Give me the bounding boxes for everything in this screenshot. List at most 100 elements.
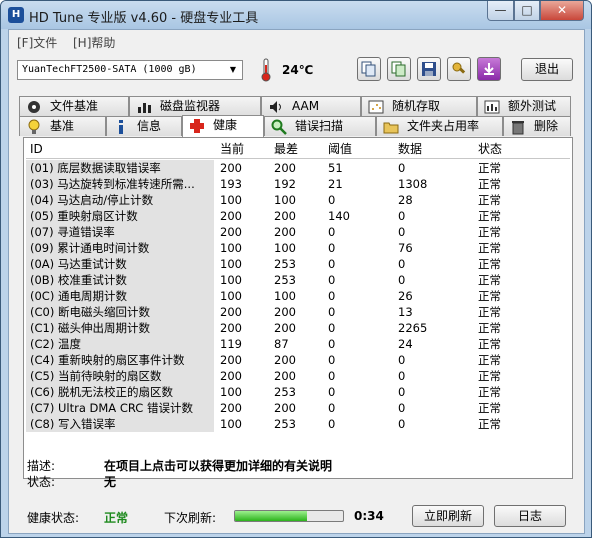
attribute-data: 0 (398, 353, 406, 367)
attribute-name: (05) 重映射扇区计数 (26, 208, 214, 224)
toolbar: YuanTechFT2500-SATA (1000 gB) ▼ 24℃ 退出 (9, 52, 584, 94)
trash-icon (512, 121, 524, 135)
header-divider (26, 158, 570, 159)
tab-error-scan-label: 错误扫描 (295, 119, 344, 133)
attribute-worst: 100 (274, 289, 296, 303)
table-row[interactable]: (C1) 磁头伸出周期计数 200 200 0 2265 正常 (26, 320, 570, 336)
tab-benchmark[interactable]: 基准 (19, 116, 106, 136)
description-text: 在项目上点击可以获得更加详细的有关说明 (104, 459, 333, 473)
table-row[interactable]: (01) 底层数据读取错误率 200 200 51 0 正常 (26, 160, 570, 176)
minimize-button[interactable]: — (487, 1, 514, 21)
chevron-down-icon[interactable]: ▼ (226, 63, 240, 77)
table-row[interactable]: (04) 马达启动/停止计数 100 100 0 28 正常 (26, 192, 570, 208)
status-label: 状态: (27, 475, 56, 489)
drive-select-value: YuanTechFT2500-SATA (1000 gB) (22, 64, 197, 75)
exit-button[interactable]: 退出 (521, 58, 573, 81)
options-button[interactable] (447, 57, 471, 81)
tab-random-access-label: 随机存取 (392, 99, 441, 113)
tab-disk-monitor[interactable]: 磁盘监视器 (129, 96, 261, 116)
save-button[interactable] (417, 57, 441, 81)
attribute-threshold: 0 (328, 353, 336, 367)
table-row[interactable]: (05) 重映射扇区计数 200 200 140 0 正常 (26, 208, 570, 224)
tab-folder-usage[interactable]: 文件夹占用率 (376, 116, 503, 136)
table-row[interactable]: (C0) 断电磁头缩回计数 200 200 0 13 正常 (26, 304, 570, 320)
attribute-status: 正常 (478, 273, 501, 287)
attribute-name: (09) 累计通电时间计数 (26, 240, 214, 256)
attribute-current: 200 (220, 401, 242, 415)
column-header-worst[interactable]: 最差 (274, 140, 298, 158)
attribute-current: 100 (220, 241, 242, 255)
attribute-worst: 200 (274, 305, 296, 319)
attribute-current: 200 (220, 209, 242, 223)
tab-health-label: 健康 (213, 118, 238, 132)
table-row[interactable]: (09) 累计通电时间计数 100 100 0 76 正常 (26, 240, 570, 256)
menu-bar: [F]文件 [H]帮助 (9, 30, 584, 52)
extra-tests-icon (484, 100, 500, 114)
column-header-data[interactable]: 数据 (398, 140, 422, 158)
table-row[interactable]: (C5) 当前待映射的扇区数 200 200 0 0 正常 (26, 368, 570, 384)
table-row[interactable]: (C6) 脱机无法校正的扇区数 100 253 0 0 正常 (26, 384, 570, 400)
column-header-status[interactable]: 状态 (478, 140, 502, 158)
description-label: 描述: (27, 459, 56, 473)
attribute-current: 100 (220, 289, 242, 303)
health-status-value: 正常 (104, 511, 129, 525)
attribute-name: (C6) 脱机无法校正的扇区数 (26, 384, 214, 400)
refresh-progress-fill (235, 511, 308, 521)
table-row[interactable]: (03) 马达旋转到标准转速所需... 193 192 21 1308 正常 (26, 176, 570, 192)
tab-erase[interactable]: 删除 (503, 116, 571, 136)
table-row[interactable]: (07) 寻道错误率 200 200 0 0 正常 (26, 224, 570, 240)
maximize-button[interactable]: □ (514, 1, 540, 21)
tab-aam[interactable]: AAM (261, 96, 361, 116)
table-row[interactable]: (0C) 通电周期计数 100 100 0 26 正常 (26, 288, 570, 304)
close-button[interactable]: ✕ (540, 1, 584, 21)
table-row[interactable]: (0A) 马达重试计数 100 253 0 0 正常 (26, 256, 570, 272)
attribute-data: 0 (398, 273, 406, 287)
attribute-worst: 200 (274, 369, 296, 383)
download-icon (484, 63, 494, 75)
attribute-worst: 192 (274, 177, 296, 191)
attribute-name: (0C) 通电周期计数 (26, 288, 214, 304)
log-button[interactable]: 日志 (494, 505, 566, 527)
copy-icon (361, 61, 376, 77)
attribute-status: 正常 (478, 305, 501, 319)
tab-extra-tests[interactable]: 额外测试 (477, 96, 571, 116)
table-row[interactable]: (C7) Ultra DMA CRC 错误计数 200 200 0 0 正常 (26, 400, 570, 416)
bulb-icon (28, 119, 40, 134)
menu-file[interactable]: [F]文件 (17, 34, 57, 51)
tab-info[interactable]: 信息 (106, 116, 182, 136)
table-row[interactable]: (C2) 温度 119 87 0 24 正常 (26, 336, 570, 352)
column-header-id[interactable]: ID (30, 140, 43, 158)
attribute-current: 100 (220, 273, 242, 287)
refresh-now-button[interactable]: 立即刷新 (412, 505, 484, 527)
column-header-current[interactable]: 当前 (220, 140, 244, 158)
attribute-threshold: 0 (328, 337, 336, 351)
column-header-threshold[interactable]: 阈值 (328, 140, 352, 158)
attribute-current: 100 (220, 417, 242, 431)
save-icon (422, 62, 436, 76)
options-icon (452, 62, 466, 74)
attribute-name: (C4) 重新映射的扇区事件计数 (26, 352, 214, 368)
menu-help[interactable]: [H]帮助 (73, 34, 115, 51)
download-button[interactable] (477, 57, 501, 81)
title-bar[interactable]: H HD Tune 专业版 v4.60 - 硬盘专业工具 — □ ✕ (1, 1, 591, 29)
drive-select[interactable]: YuanTechFT2500-SATA (1000 gB) ▼ (17, 60, 243, 80)
smart-table[interactable]: ID 当前 最差 阈值 数据 状态 (01) 底层数据读取错误率 200 200 51… (26, 140, 570, 476)
table-row[interactable]: (C8) 写入错误率 100 253 0 0 正常 (26, 416, 570, 432)
tab-extra-tests-label: 额外测试 (508, 99, 557, 113)
tab-error-scan[interactable]: 错误扫描 (264, 116, 376, 136)
copy-info-button[interactable] (387, 57, 411, 81)
folder-icon (383, 122, 399, 134)
table-row[interactable]: (C4) 重新映射的扇区事件计数 200 200 0 0 正常 (26, 352, 570, 368)
tab-file-benchmark[interactable]: 文件基准 (19, 96, 129, 116)
table-row[interactable]: (0B) 校准重试计数 100 253 0 0 正常 (26, 272, 570, 288)
attribute-status: 正常 (478, 177, 501, 191)
hdtune-logo-icon: H (8, 7, 24, 23)
attribute-data: 1308 (398, 177, 428, 191)
attribute-current: 200 (220, 161, 242, 175)
tab-random-access[interactable]: 随机存取 (361, 96, 477, 116)
attribute-status: 正常 (478, 161, 501, 175)
random-access-icon (368, 100, 384, 114)
attribute-current: 200 (220, 369, 242, 383)
copy-button[interactable] (357, 57, 381, 81)
tab-health[interactable]: 健康 (182, 115, 264, 137)
